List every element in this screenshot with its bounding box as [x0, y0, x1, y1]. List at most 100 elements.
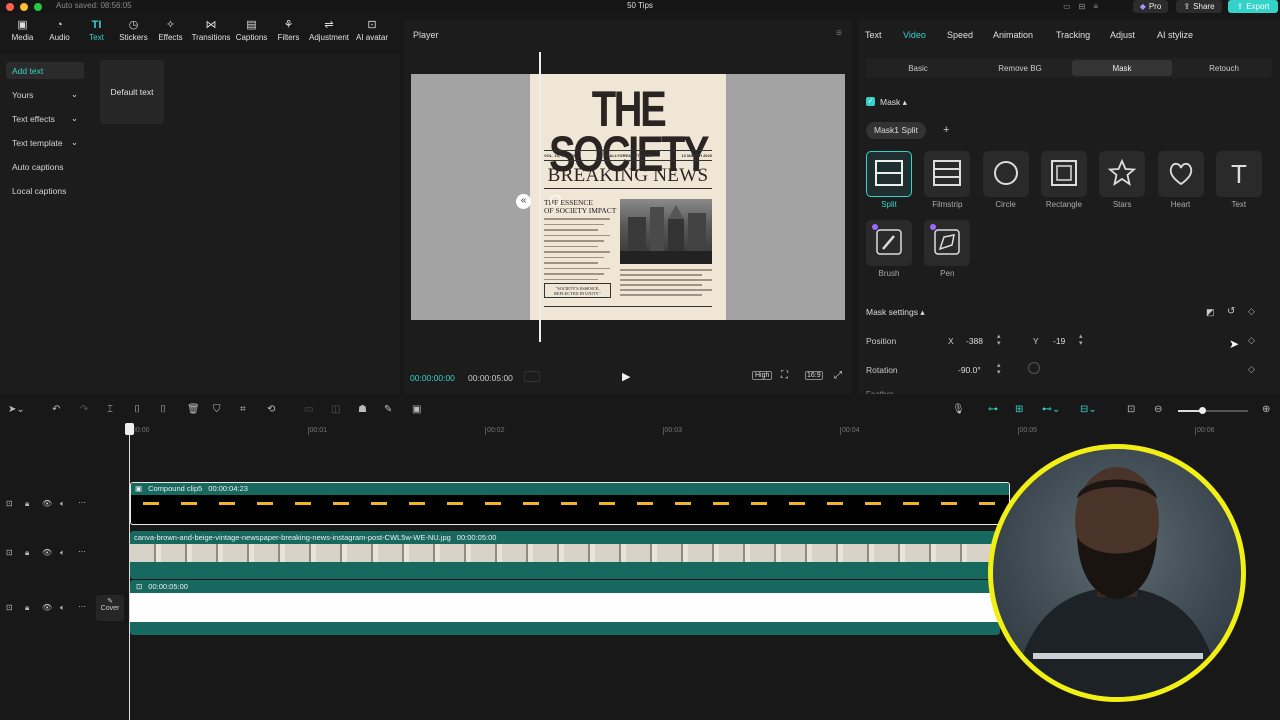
mask-split-button[interactable] [866, 151, 912, 197]
split-icon[interactable]: ⌶ [107, 404, 113, 415]
audio-track-icon[interactable]: 🔈︎ [60, 548, 65, 558]
undo-icon[interactable]: ↶ [52, 404, 60, 415]
rotation-stepper[interactable]: ▴ ▾ [997, 362, 1001, 376]
eye-icon[interactable]: 👁︎ [42, 499, 52, 508]
zoom-out-icon[interactable]: ⊖ [1154, 404, 1162, 415]
tab-adjust[interactable]: Adjust [1110, 30, 1135, 40]
aspect-ratio-button[interactable]: 16:9 [805, 371, 823, 380]
lock-icon[interactable]: 🔒︎ [25, 499, 29, 509]
audio-track-icon[interactable]: 🔈︎ [60, 603, 65, 613]
lock-icon[interactable]: 🔒︎ [25, 548, 29, 558]
panels-icon[interactable]: ⊟ [1079, 2, 1086, 11]
share-button[interactable]: ⇪ Share [1176, 0, 1222, 13]
mask-split-line[interactable] [539, 52, 541, 342]
mask-heart-button[interactable] [1157, 151, 1204, 197]
tab-video[interactable]: Video [903, 30, 926, 40]
timecode-icon[interactable] [524, 371, 540, 382]
speed-icon[interactable]: ⟲ [267, 404, 275, 415]
tool-audio[interactable]: ◔ Audio [41, 18, 78, 52]
subtab-mask[interactable]: Mask [1072, 60, 1172, 76]
nav-yours[interactable]: Yours ⌄ [6, 86, 84, 103]
rotation-keyframe-icon[interactable]: ◇ [1248, 364, 1255, 375]
nav-auto-captions[interactable]: Auto captions [6, 158, 84, 175]
main-track-clip[interactable]: ⊡ 00:00:05:00 [130, 580, 1000, 635]
nav-text-template[interactable]: Text template ⌄ [6, 134, 84, 151]
subtab-basic[interactable]: Basic [868, 60, 968, 76]
maximize-window-button[interactable] [34, 3, 42, 11]
fit-screen-icon[interactable]: ⛶ [781, 370, 788, 381]
audio-track-icon[interactable]: 🔈︎ [60, 499, 65, 509]
mask-checkbox[interactable]: ✓ [866, 97, 875, 106]
tool-effects[interactable]: ✧ Effects [152, 18, 189, 52]
microphone-icon[interactable]: 🎙 [952, 404, 965, 415]
play-icon[interactable]: ▶ [622, 370, 630, 383]
fullscreen-icon[interactable]: ⤢ [834, 370, 842, 381]
split-right-icon[interactable]: ⌷ [160, 404, 166, 415]
nav-local-captions[interactable]: Local captions [6, 182, 84, 199]
tab-animation[interactable]: Animation [993, 30, 1033, 40]
position-keyframe-icon[interactable]: ◇ [1248, 335, 1255, 346]
mask-brush-button[interactable] [866, 220, 912, 266]
settings-icon[interactable]: ≡ [1093, 2, 1098, 11]
keyframe-icon[interactable]: ◇ [1248, 306, 1255, 317]
eye-icon[interactable]: 👁︎ [42, 548, 52, 557]
more-icon[interactable]: ⋯ [78, 547, 86, 556]
nav-add-text[interactable]: Add text [6, 62, 84, 79]
invert-mask-icon[interactable]: ◩ [1206, 307, 1215, 318]
tool-captions[interactable]: ▤ Captions [233, 18, 270, 52]
y-stepper[interactable]: ▴ ▾ [1079, 333, 1083, 347]
position-x-input[interactable]: -388 [966, 336, 983, 346]
delete-icon[interactable]: 🗑 [187, 404, 200, 415]
nav-text-effects[interactable]: Text effects ⌄ [6, 110, 84, 127]
redo-icon[interactable]: ↷ [80, 404, 88, 415]
menu-icon[interactable]: ≡ [836, 28, 842, 39]
select-tool-icon[interactable]: ➤⌄ [8, 404, 25, 415]
rotation-dial[interactable] [1028, 362, 1040, 374]
add-mask-icon[interactable]: + [943, 124, 949, 136]
mask-chip[interactable]: Mask1 Split [866, 122, 926, 139]
cover-button[interactable]: ✎ Cover [96, 595, 124, 621]
playhead-handle[interactable] [125, 423, 134, 435]
layout-icon[interactable]: ▭ [1063, 2, 1071, 11]
more-icon[interactable]: ⋯ [78, 498, 86, 507]
mask-rectangle-button[interactable] [1040, 151, 1087, 197]
link-icon[interactable]: ⊷⌄ [1042, 404, 1060, 415]
zoom-slider-thumb[interactable] [1199, 407, 1206, 414]
mask-text-button[interactable]: T [1215, 151, 1262, 197]
zoom-in-icon[interactable]: ⊕ [1262, 404, 1270, 415]
more-icon[interactable]: ⋯ [78, 602, 86, 611]
cutout-icon[interactable]: ☗ [358, 404, 367, 415]
tool-adjustment[interactable]: ⇌ Adjustment [307, 18, 351, 52]
rotation-input[interactable]: -90.0° [958, 365, 981, 375]
fit-timeline-icon[interactable]: ⊡ [1127, 404, 1135, 415]
preview-axis-icon[interactable]: ⊟⌄ [1080, 404, 1097, 415]
quality-button[interactable]: High [752, 371, 773, 380]
position-y-input[interactable]: -19 [1053, 336, 1065, 346]
zoom-slider[interactable] [1178, 407, 1248, 414]
magic-icon[interactable]: ✎ [384, 404, 392, 415]
mask-stars-button[interactable] [1099, 151, 1146, 197]
tool-transitions[interactable]: ⋈ Transitions [189, 18, 233, 52]
mask-feather-handle[interactable]: « [516, 194, 531, 209]
auto-snap-icon[interactable]: ⊞ [1015, 404, 1023, 415]
minimize-window-button[interactable] [20, 3, 28, 11]
tool-ai-avatar[interactable]: ⊡ AI avatar [351, 18, 393, 52]
mask-rotate-handle[interactable] [550, 195, 561, 206]
crop-icon[interactable]: ⌗ [240, 404, 246, 415]
subtab-remove-bg[interactable]: Remove BG [970, 60, 1070, 76]
pro-button[interactable]: ◆ Pro [1133, 0, 1168, 13]
captions-tool-icon[interactable]: ▣ [412, 404, 421, 415]
eye-icon[interactable]: 👁︎ [42, 603, 52, 612]
subtab-retouch[interactable]: Retouch [1174, 60, 1274, 76]
lock-icon[interactable]: 🔒︎ [25, 603, 29, 613]
export-button[interactable]: ⇪ Export [1228, 0, 1278, 13]
mask-tool-icon[interactable]: ⛉ [213, 404, 221, 415]
close-window-button[interactable] [6, 3, 14, 11]
tool-media[interactable]: ▣ Media [4, 18, 41, 52]
reset-icon[interactable]: ↺ [1227, 306, 1235, 317]
default-text-card[interactable]: Default text [100, 60, 164, 124]
image-clip[interactable]: canva-brown-and-beige-vintage-newspaper-… [130, 531, 1000, 579]
tool-text[interactable]: TI Text [78, 18, 115, 52]
playhead[interactable] [129, 423, 130, 720]
split-left-icon[interactable]: ⌷ [134, 404, 140, 415]
